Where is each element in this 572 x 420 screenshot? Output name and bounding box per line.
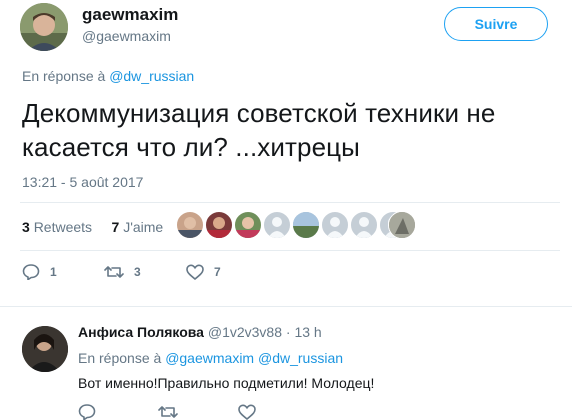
liker-avatar[interactable]	[263, 211, 291, 239]
reply-action[interactable]	[78, 404, 96, 420]
follow-button[interactable]: Suivre	[444, 7, 548, 41]
reply-text: Вот именно!Правильно подметили! Молодец!	[78, 375, 375, 391]
reply-prefix: En réponse à	[78, 350, 162, 366]
retweet-action[interactable]	[158, 404, 178, 420]
liker-avatar[interactable]	[321, 211, 349, 239]
likes-label: J'aime	[123, 219, 164, 235]
reply-header: Анфиса Полякова @1v2v3v88 · 13 h	[78, 324, 322, 340]
liker-avatar[interactable]	[205, 211, 233, 239]
tweet-stats: 3 Retweets 7 J'aime	[22, 219, 163, 235]
liker-avatar[interactable]	[176, 211, 204, 239]
like-action[interactable]: 7	[186, 264, 221, 280]
divider	[20, 202, 560, 203]
tweet-text-line-1: Декоммунизация советской техники не	[22, 98, 496, 128]
reply-context: En réponse à @dw_russian	[22, 68, 194, 84]
reply-prefix: En réponse à	[22, 68, 106, 84]
liker-avatar[interactable]	[292, 211, 320, 239]
reply-count: 1	[50, 265, 57, 279]
liker-avatar[interactable]	[350, 211, 378, 239]
meta-separator: ·	[285, 324, 291, 340]
retweet-count: 3	[134, 265, 141, 279]
like-action[interactable]	[238, 404, 256, 420]
retweet-icon	[104, 264, 124, 280]
divider	[0, 306, 572, 307]
reply-action[interactable]: 1	[22, 264, 57, 280]
heart-icon	[238, 404, 256, 420]
divider	[20, 250, 560, 251]
reply-context: En réponse à @gaewmaxim @dw_russian	[78, 350, 343, 366]
retweets-count: 3	[22, 219, 30, 235]
reply-author-avatar[interactable]	[22, 326, 68, 372]
tweet-text-line-2: касается что ли? ...хитрецы	[22, 132, 360, 162]
reply-to-link[interactable]: @gaewmaxim	[165, 350, 254, 366]
author-avatar[interactable]	[20, 3, 68, 51]
author-handle[interactable]: @gaewmaxim	[82, 28, 171, 44]
heart-icon	[186, 264, 204, 280]
liker-avatar[interactable]	[234, 211, 262, 239]
retweet-icon	[158, 404, 178, 420]
liker-avatar[interactable]	[388, 211, 416, 239]
retweets-label: Retweets	[33, 219, 93, 235]
tweet-text: Декоммунизация советской техники не каса…	[22, 96, 562, 164]
reply-to-link[interactable]: @dw_russian	[109, 68, 194, 84]
reply-author-handle[interactable]: @1v2v3v88	[208, 324, 282, 340]
reply-author-name[interactable]: Анфиса Полякова	[78, 324, 204, 340]
author-name[interactable]: gaewmaxim	[82, 5, 178, 25]
likes-count: 7	[111, 219, 120, 235]
reply-age[interactable]: 13 h	[294, 324, 321, 340]
reply-icon	[78, 404, 96, 420]
likes-stat[interactable]: 7 J'aime	[112, 219, 164, 235]
reply-icon	[22, 264, 40, 280]
tweet-timestamp[interactable]: 13:21 - 5 août 2017	[22, 174, 143, 190]
like-count: 7	[214, 265, 221, 279]
reply-to-link[interactable]: @dw_russian	[258, 350, 343, 366]
retweets-stat[interactable]: 3 Retweets	[22, 219, 92, 235]
retweet-action[interactable]: 3	[104, 264, 141, 280]
